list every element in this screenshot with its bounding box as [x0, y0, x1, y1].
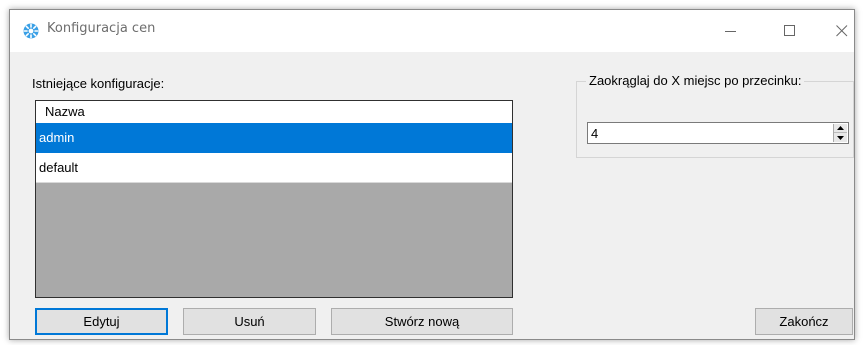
configs-list[interactable]: Nazwa admin default	[35, 100, 513, 298]
title-bar[interactable]: Konfiguracja cen	[10, 10, 854, 52]
configs-label: Istniejące konfiguracje:	[32, 76, 165, 91]
maximize-button[interactable]	[774, 18, 806, 44]
rounding-stepper[interactable]: 4	[587, 122, 849, 144]
chevron-up-icon	[837, 126, 844, 130]
close-window-button[interactable]	[826, 18, 858, 44]
edit-button[interactable]: Edytuj	[35, 308, 168, 335]
rounding-group-label: Zaokrąglaj do X miejsc po przecinku:	[586, 73, 805, 88]
column-header-name[interactable]: Nazwa	[36, 101, 512, 124]
list-item-label: default	[39, 160, 79, 175]
stepper-down-button[interactable]	[834, 133, 847, 142]
list-item-label: admin	[39, 130, 75, 145]
rounding-group	[576, 81, 854, 158]
close-icon	[836, 25, 848, 37]
stepper-up-button[interactable]	[834, 124, 847, 133]
list-item[interactable]: default	[36, 153, 512, 183]
stepper-buttons	[833, 124, 847, 142]
window-title: Konfiguracja cen	[47, 21, 156, 36]
list-item[interactable]: admin	[36, 123, 512, 153]
column-header-label: Nazwa	[45, 104, 85, 119]
minimize-button[interactable]	[715, 18, 747, 44]
delete-button[interactable]: Usuń	[183, 308, 316, 335]
maximize-icon	[784, 25, 795, 36]
rounding-value[interactable]: 4	[591, 126, 598, 141]
create-new-button[interactable]: Stwórz nową	[331, 308, 513, 335]
config-window: Konfiguracja cen Istniejące konfiguracje…	[9, 9, 855, 340]
gear-icon	[23, 23, 39, 39]
minimize-icon	[725, 31, 736, 32]
chevron-down-icon	[837, 135, 844, 140]
finish-button[interactable]: Zakończ	[755, 308, 853, 335]
